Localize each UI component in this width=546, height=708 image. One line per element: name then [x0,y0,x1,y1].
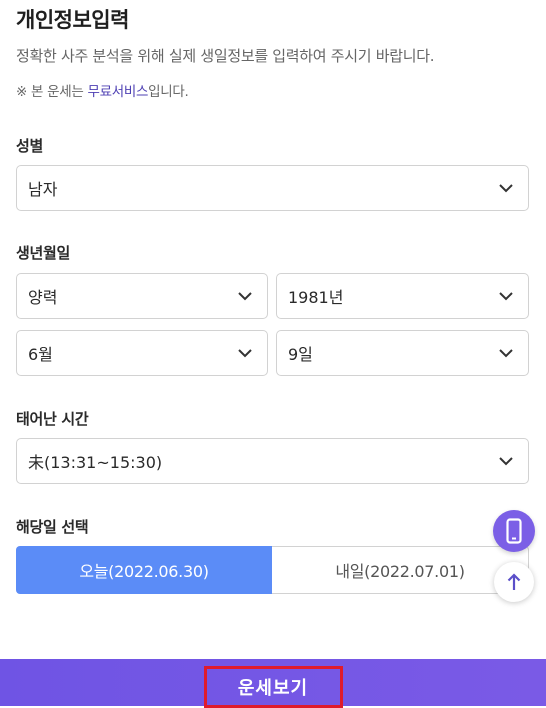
chevron-down-icon [499,292,513,301]
birth-time-value: 未(13:31~15:30) [28,453,163,472]
submit-bar[interactable]: 운세보기 [0,659,546,708]
birth-month-value: 6월 [28,345,53,364]
birth-day-value: 9일 [288,345,313,364]
birth-year-value: 1981년 [288,288,344,307]
saju-input-page: 개인정보입력 정확한 사주 분석을 위해 실제 생일정보를 입력하여 주시기 바… [0,0,546,708]
chevron-down-icon [238,292,252,301]
scroll-top-button[interactable] [494,562,534,602]
notice-suffix: 입니다. [148,84,189,100]
chevron-down-icon [499,349,513,358]
target-date-label: 해당일 선택 [16,518,89,536]
gender-select-value: 남자 [28,180,58,199]
birth-month-select[interactable]: 6월 [16,330,268,376]
birth-time-label: 태어난 시간 [16,410,89,428]
arrow-up-icon [507,573,521,590]
chevron-down-icon [499,457,513,466]
today-option[interactable]: 오늘(2022.06.30) [16,546,272,594]
fortune-view-button[interactable]: 운세보기 [203,665,343,708]
birthdate-label: 생년월일 [16,244,71,262]
birth-time-select[interactable]: 未(13:31~15:30) [16,438,529,484]
target-date-toggle: 오늘(2022.06.30) 내일(2022.07.01) [16,546,529,594]
page-title: 개인정보입력 [16,8,129,32]
notice-highlight: 무료서비스 [87,84,149,100]
calendar-type-value: 양력 [28,288,58,307]
notice-prefix: ※ 본 운세는 [16,84,88,100]
page-description: 정확한 사주 분석을 위해 실제 생일정보를 입력하여 주시기 바랍니다. [16,47,435,65]
mobile-fab-button[interactable] [493,510,535,552]
free-service-notice: ※ 본 운세는 무료서비스입니다. [16,80,189,100]
gender-select[interactable]: 남자 [16,165,529,211]
mobile-phone-icon [506,518,522,544]
calendar-type-select[interactable]: 양력 [16,273,268,319]
gender-label: 성별 [16,137,44,155]
birth-year-select[interactable]: 1981년 [276,273,529,319]
chevron-down-icon [238,349,252,358]
chevron-down-icon [499,184,513,193]
birth-day-select[interactable]: 9일 [276,330,529,376]
tomorrow-option[interactable]: 내일(2022.07.01) [272,546,529,594]
